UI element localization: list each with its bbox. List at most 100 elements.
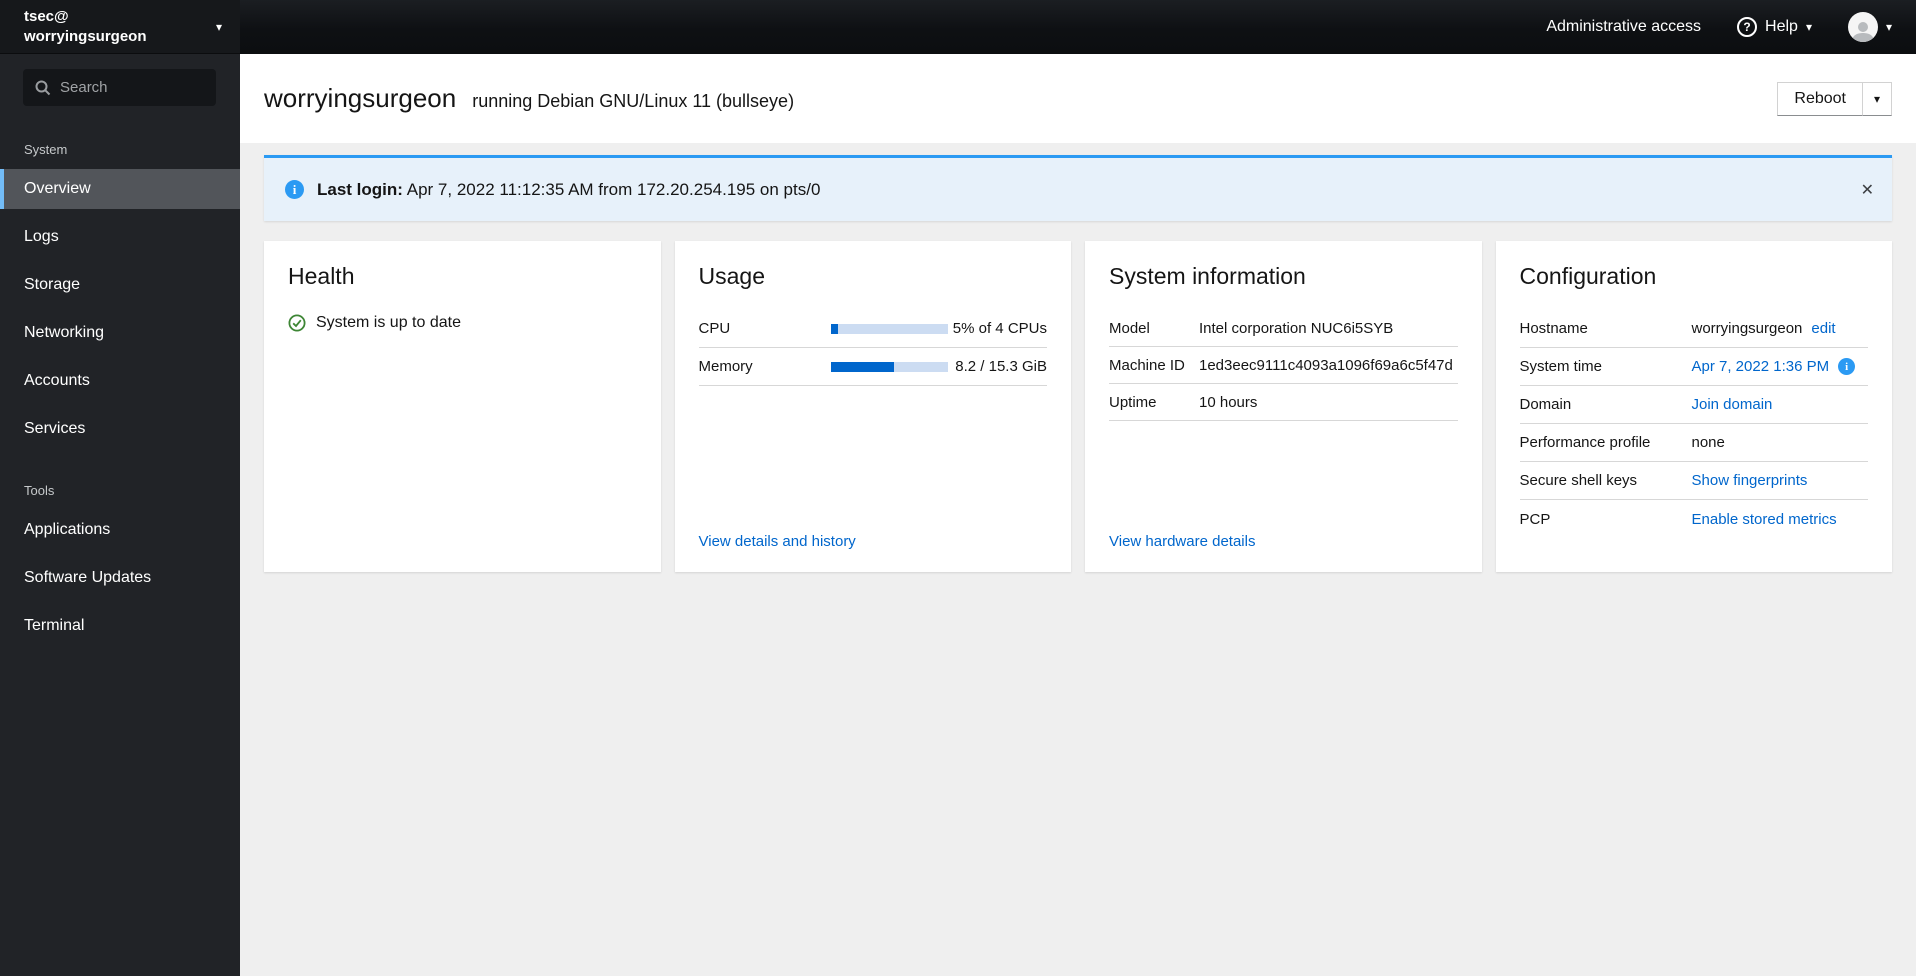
os-release-label: running Debian GNU/Linux 11 (bullseye) (472, 91, 795, 111)
sidebar-item-overview[interactable]: Overview (0, 169, 240, 209)
host-switcher[interactable]: tsec@ worryingsurgeon ▾ (0, 0, 240, 54)
sysinfo-row-uptime: Uptime 10 hours (1109, 384, 1458, 421)
nav-item-label: Overview (24, 180, 91, 197)
sysinfo-value: Intel corporation NUC6i5SYB (1199, 319, 1394, 337)
config-row-domain: Domain Join domain (1519, 386, 1868, 424)
close-icon[interactable]: ✕ (1861, 180, 1874, 199)
card-gallery: Health System is up to date Usage CPU 5%… (264, 241, 1892, 572)
view-details-history-link[interactable]: View details and history (699, 533, 1048, 550)
help-icon: ? (1737, 17, 1758, 37)
card-title: Health (288, 263, 355, 289)
enable-stored-metrics-link[interactable]: Enable stored metrics (1692, 511, 1837, 528)
page-header: worryingsurgeon running Debian GNU/Linux… (240, 54, 1916, 143)
sysinfo-label: Uptime (1109, 393, 1157, 411)
masthead: Administrative access ? Help ▾ ▾ (240, 0, 1916, 54)
page-title: worryingsurgeon (264, 83, 457, 113)
usage-label: Memory (698, 358, 753, 375)
avatar (1847, 12, 1878, 42)
config-label: System time (1519, 358, 1603, 375)
nav-item-label: Terminal (24, 617, 85, 634)
sidebar-item-software-updates[interactable]: Software Updates (0, 558, 240, 598)
edit-hostname-link[interactable]: edit (1811, 320, 1835, 337)
sysinfo-value: 1ed3eec9111c4093a1096f69a6c5f47d (1199, 356, 1453, 374)
nav-section-tools: Tools Applications Software Updates Term… (0, 483, 240, 654)
config-row-hostname: Hostname worryingsurgeon edit (1519, 310, 1868, 348)
usage-row-cpu: CPU 5% of 4 CPUs (698, 310, 1047, 348)
view-hardware-details-link[interactable]: View hardware details (1109, 533, 1458, 550)
usage-label: CPU (698, 320, 731, 337)
help-menu[interactable]: ? Help ▾ (1737, 17, 1812, 37)
nav-section-title: System (24, 142, 68, 157)
check-circle-icon (288, 314, 306, 332)
alert-title: Last login: (317, 179, 403, 199)
configuration-card: Configuration Hostname worryingsurgeon e… (1495, 241, 1892, 572)
sysinfo-label: Machine ID (1109, 356, 1185, 374)
nav-section-system: System Overview Logs Storage Networking … (0, 142, 240, 457)
config-label: PCP (1519, 510, 1551, 528)
host-switcher-label: tsec@ worryingsurgeon (24, 7, 147, 46)
last-login-alert: i Last login: Apr 7, 2022 11:12:35 AM fr… (264, 155, 1892, 221)
sidebar-item-accounts[interactable]: Accounts (0, 361, 240, 401)
config-row-pcp: PCP Enable stored metrics (1520, 500, 1869, 538)
performance-profile-value: none (1691, 434, 1725, 451)
info-icon[interactable]: i (1838, 358, 1856, 375)
nav-item-label: Services (24, 420, 86, 437)
usage-value: 8.2 / 15.3 GiB (955, 358, 1047, 375)
cpu-progress-bar (830, 323, 948, 334)
sidebar: tsec@ worryingsurgeon ▾ System Overview … (0, 0, 240, 976)
config-label: Hostname (1519, 320, 1588, 337)
nav-section-title: Tools (24, 483, 55, 498)
memory-progress-bar (830, 361, 948, 372)
admin-access-label[interactable]: Administrative access (1546, 18, 1701, 36)
overview-content: i Last login: Apr 7, 2022 11:12:35 AM fr… (240, 143, 1916, 976)
reboot-menu-toggle[interactable]: ▾ (1862, 81, 1892, 116)
config-row-secure-shell-keys: Secure shell keys Show fingerprints (1519, 462, 1868, 500)
sidebar-item-applications[interactable]: Applications (0, 510, 240, 550)
info-icon: i (285, 180, 304, 199)
config-label: Domain (1519, 396, 1572, 413)
system-information-card: System information Model Intel corporati… (1085, 241, 1482, 572)
nav-item-label: Storage (24, 276, 81, 293)
chevron-down-icon: ▾ (1885, 20, 1892, 34)
chevron-down-icon: ▾ (1873, 91, 1881, 106)
config-label: Performance profile (1519, 434, 1651, 451)
config-label: Secure shell keys (1519, 472, 1638, 489)
nav-item-label: Networking (24, 324, 105, 341)
search-icon (35, 80, 51, 96)
join-domain-link[interactable]: Join domain (1692, 396, 1773, 413)
sidebar-item-storage[interactable]: Storage (0, 265, 240, 305)
sidebar-item-services[interactable]: Services (0, 409, 240, 449)
sidebar-item-terminal[interactable]: Terminal (0, 606, 240, 646)
system-time-link[interactable]: Apr 7, 2022 1:36 PM (1692, 358, 1830, 375)
reboot-split-button: Reboot ▾ (1777, 81, 1892, 116)
show-fingerprints-link[interactable]: Show fingerprints (1692, 472, 1808, 489)
card-title: Configuration (1519, 263, 1657, 289)
sysinfo-row-model: Model Intel corporation NUC6i5SYB (1109, 310, 1458, 347)
health-status-row: System is up to date (288, 314, 637, 332)
sidebar-item-logs[interactable]: Logs (0, 217, 240, 257)
card-title: System information (1109, 263, 1306, 289)
nav-item-label: Accounts (24, 372, 90, 389)
nav-item-label: Applications (24, 521, 111, 538)
config-row-performance-profile: Performance profile none (1519, 424, 1868, 462)
alert-text: Last login: Apr 7, 2022 11:12:35 AM from… (317, 180, 820, 200)
main-column: Administrative access ? Help ▾ ▾ worryin… (240, 0, 1916, 976)
chevron-down-icon: ▾ (215, 19, 222, 34)
search-input[interactable] (60, 79, 204, 96)
sysinfo-label: Model (1109, 319, 1150, 337)
usage-row-memory: Memory 8.2 / 15.3 GiB (698, 348, 1047, 386)
usage-card: Usage CPU 5% of 4 CPUs Memory 8.2 / 15.3… (674, 241, 1071, 572)
chevron-down-icon: ▾ (1805, 20, 1812, 34)
help-label: Help (1765, 18, 1798, 35)
sysinfo-row-machine-id: Machine ID 1ed3eec9111c4093a1096f69a6c5f… (1109, 347, 1458, 384)
hostname-value: worryingsurgeon (1691, 320, 1803, 337)
user-account: tsec@ (24, 8, 69, 25)
usage-value: 5% of 4 CPUs (952, 320, 1047, 337)
sysinfo-value: 10 hours (1199, 393, 1258, 411)
session-menu[interactable]: ▾ (1847, 12, 1892, 42)
nav-item-label: Software Updates (24, 569, 152, 586)
sidebar-item-networking[interactable]: Networking (0, 313, 240, 353)
reboot-button[interactable]: Reboot (1777, 81, 1862, 116)
alert-message: Apr 7, 2022 11:12:35 AM from 172.20.254.… (406, 179, 821, 199)
sidebar-search[interactable] (23, 69, 216, 106)
